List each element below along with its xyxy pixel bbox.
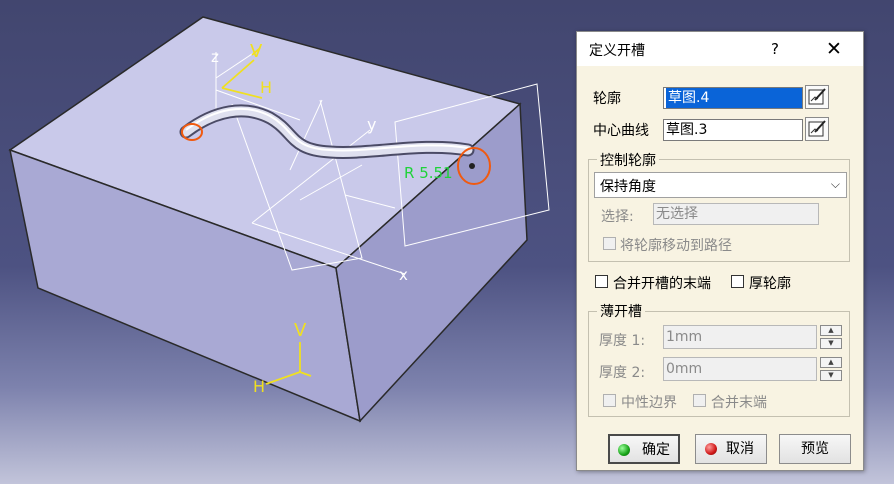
selection-label: 选择: (601, 209, 634, 225)
chevron-down-icon: ⌵ (830, 177, 840, 191)
center-curve-field[interactable]: 草图.3 (663, 119, 803, 141)
ok-button[interactable]: 确定 (608, 434, 680, 464)
preview-button[interactable]: 预览 (779, 434, 851, 464)
help-button[interactable]: ? (763, 37, 787, 61)
cancel-label: 取消 (726, 441, 754, 457)
center-curve-sketch-button[interactable] (805, 117, 829, 141)
preview-label: 预览 (801, 441, 829, 457)
ok-label: 确定 (642, 442, 670, 458)
thickness1-field: 1mm (663, 325, 817, 349)
sketch-label-y: y (367, 115, 376, 134)
merge-slot-ends-label: 合并开槽的末端 (613, 276, 711, 292)
thickness2-field: 0mm (663, 357, 817, 381)
center-curve-label: 中心曲线 (593, 123, 649, 139)
thickness2-label: 厚度 2: (599, 365, 646, 381)
center-curve-value: 草图.3 (666, 122, 708, 138)
control-profile-group-title: 控制轮廓 (597, 150, 659, 170)
spin-up-icon: ▲ (820, 325, 842, 336)
thick-profile-checkbox[interactable] (731, 275, 744, 288)
close-button[interactable]: ✕ (821, 37, 847, 61)
thickness1-label: 厚度 1: (599, 333, 646, 349)
sketch-label-z: z (211, 48, 219, 66)
axis-label-h: H (253, 377, 265, 396)
merge-end-checkbox (693, 394, 706, 407)
dialog-title: 定义开槽 (589, 43, 645, 59)
thickness1-value: 1mm (666, 329, 703, 345)
selection-field: 无选择 (653, 203, 819, 225)
profile-value: 草图.4 (666, 88, 802, 108)
sketch-label-h-top: H (260, 78, 272, 97)
sketch-edit-icon (808, 88, 826, 105)
profile-sketch-button[interactable] (805, 85, 829, 109)
thick-profile-label: 厚轮廓 (749, 276, 791, 292)
control-mode-value: 保持角度 (600, 179, 656, 195)
profile-label: 轮廓 (593, 91, 621, 107)
selection-value: 无选择 (656, 206, 698, 222)
thickness2-value: 0mm (666, 361, 703, 377)
neutral-fiber-checkbox (603, 394, 616, 407)
spin-down-icon: ▼ (820, 338, 842, 349)
move-profile-checkbox (603, 237, 616, 250)
dialog-titlebar[interactable]: 定义开槽 ? ✕ (577, 32, 863, 66)
green-led-icon (618, 444, 630, 456)
spin-up-icon: ▲ (820, 357, 842, 368)
thickness1-spinner: ▲ ▼ (820, 325, 842, 349)
define-slot-dialog: 定义开槽 ? ✕ 轮廓 草图.4 中心曲线 草图.3 控制轮廓 保持角度 ⌵ 选… (576, 31, 864, 471)
merge-slot-ends-checkbox[interactable] (595, 275, 608, 288)
merge-end-label: 合并末端 (711, 395, 767, 411)
sketch-label-v-top: V (250, 41, 263, 62)
profile-field[interactable]: 草图.4 (663, 87, 803, 109)
cancel-button[interactable]: 取消 (695, 434, 767, 464)
thin-slot-group-title: 薄开槽 (597, 301, 645, 321)
axis-label-v: V (294, 320, 307, 341)
spin-down-icon: ▼ (820, 370, 842, 381)
thickness2-spinner: ▲ ▼ (820, 357, 842, 381)
neutral-fiber-label: 中性边界 (621, 395, 677, 411)
red-led-icon (705, 443, 717, 455)
move-profile-label: 将轮廓移动到路径 (620, 238, 732, 254)
radius-annotation[interactable]: R 5.51 (404, 164, 453, 182)
sketch-edit-icon (808, 120, 826, 137)
control-mode-select[interactable]: 保持角度 ⌵ (594, 172, 847, 198)
profile-end-point (469, 163, 475, 169)
sketch-label-x: x (399, 266, 408, 284)
